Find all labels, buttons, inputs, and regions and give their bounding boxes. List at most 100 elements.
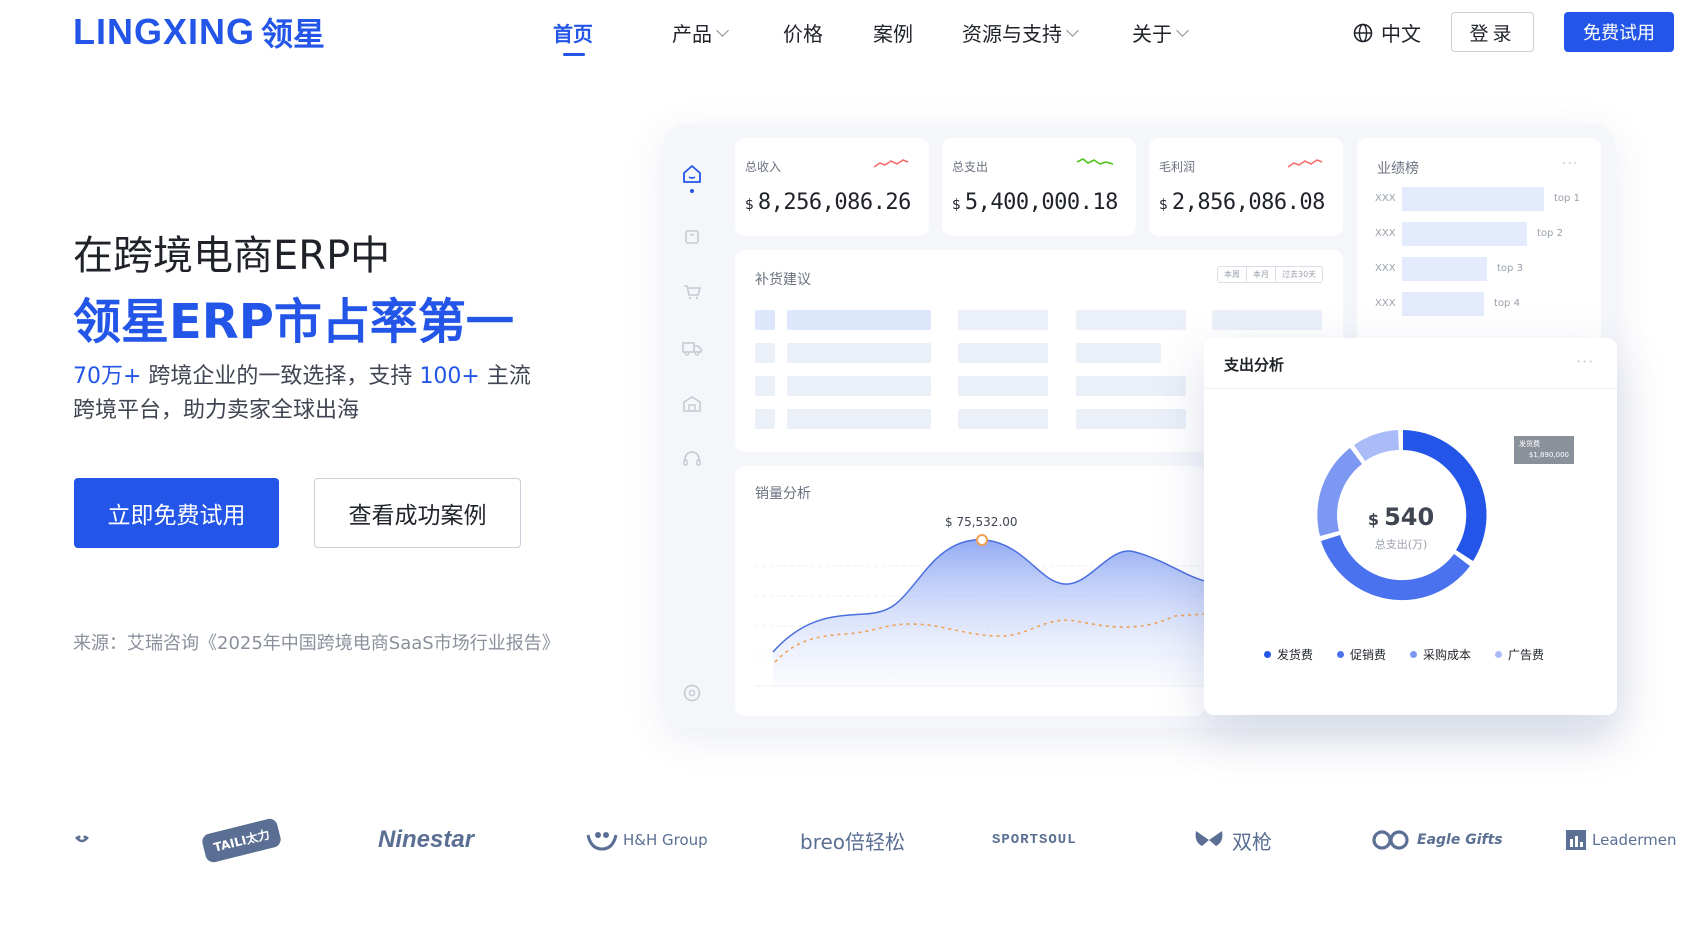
free-trial-button[interactable]: 免费试用 xyxy=(1564,12,1674,52)
nav-pricing[interactable]: 价格 xyxy=(783,18,823,47)
kpi-value: 5,400,000.18 xyxy=(964,190,1118,215)
customer-logo-sportsoul: SPORTSOUL xyxy=(992,832,1077,848)
warehouse-icon xyxy=(681,393,703,415)
tooltip-value: $1,890,000 xyxy=(1528,451,1569,459)
legend-advertising[interactable]: 广告费 xyxy=(1495,646,1544,663)
view-cases-button[interactable]: 查看成功案例 xyxy=(314,478,521,548)
login-button[interactable]: 登录 xyxy=(1451,12,1534,52)
nav-active-indicator xyxy=(563,53,585,56)
language-label: 中文 xyxy=(1381,22,1421,46)
kpi-currency: $ xyxy=(1159,197,1168,213)
ranking-card: 业绩榜 ··· XXX top 1 XXX top 2 XXX top 3 XXX top 4 xyxy=(1357,138,1601,368)
nav-products[interactable]: 产品 xyxy=(672,18,729,47)
placeholder-cell xyxy=(958,376,1048,396)
center-value: 540 xyxy=(1384,503,1435,531)
legend-dot xyxy=(1337,651,1345,658)
customer-logo-hh-group: H&H Group xyxy=(585,815,708,865)
partial-logo-mark xyxy=(75,835,89,843)
ranking-name: XXX xyxy=(1375,263,1396,274)
customer-logo-breo: breo倍轻松 xyxy=(800,829,906,854)
nav-about[interactable]: 关于 xyxy=(1132,18,1189,47)
data-source-note: 来源：艾瑞咨询《2025年中国跨境电商SaaS市场行业报告》 xyxy=(73,633,560,654)
sales-analysis-card: 销量分析 $ 75,532.00 xyxy=(735,466,1205,716)
legend-label: 发货费 xyxy=(1277,648,1314,662)
active-dot xyxy=(690,189,694,193)
nav-pricing-label: 价格 xyxy=(783,22,823,46)
kpi-label: 总支出 xyxy=(952,160,989,174)
placeholder-cell xyxy=(755,343,775,363)
logo-wordmark: LINGXING xyxy=(73,11,256,52)
ranking-label: top 3 xyxy=(1497,263,1523,274)
logo-taili-text: TAILI太力 xyxy=(200,816,283,864)
kpi-currency: $ xyxy=(745,197,754,213)
placeholder-cell xyxy=(958,310,1048,330)
kpi-label: 毛利润 xyxy=(1159,160,1196,174)
nav-cases-label: 案例 xyxy=(873,22,913,46)
chart-tooltip: 发货费 $1,890,000 xyxy=(1514,436,1574,464)
kpi-value-row: $8,256,086.26 xyxy=(745,190,911,215)
leadermen-mark xyxy=(1566,830,1586,850)
subtitle-text-1: 跨境企业的一致选择，支持 xyxy=(141,364,420,389)
nav-about-label: 关于 xyxy=(1132,22,1172,46)
chevron-down-icon xyxy=(1066,23,1079,37)
trend-sparkline xyxy=(1076,158,1114,165)
peak-label: $ 75,532.00 xyxy=(945,515,1018,529)
donut-center-value: $ 540 xyxy=(1306,503,1496,531)
placeholder-cell xyxy=(1076,409,1186,429)
legend-dot xyxy=(1410,651,1418,658)
customer-logo-leadermen: Leadermen xyxy=(1566,815,1677,865)
subtitle-line-2: 跨境平台，助力卖家全球出海 xyxy=(73,398,360,423)
legend-label: 广告费 xyxy=(1508,648,1545,662)
peak-marker xyxy=(976,534,988,546)
nav-cases[interactable]: 案例 xyxy=(873,18,913,47)
kpi-card-revenue: 总收入 $8,256,086.26 xyxy=(735,138,929,236)
kpi-card-expense: 总支出 $5,400,000.18 xyxy=(942,138,1136,236)
trend-sparkline xyxy=(873,159,909,168)
legend-procurement[interactable]: 采购成本 xyxy=(1410,646,1471,663)
placeholder-cell xyxy=(787,409,931,429)
kpi-value: 2,856,086.08 xyxy=(1171,190,1325,215)
tab-month[interactable]: 本月 xyxy=(1247,267,1276,282)
stat-platforms: 100+ xyxy=(419,364,480,389)
hh-logo-mark xyxy=(586,832,618,851)
placeholder-cell xyxy=(755,310,775,330)
nav-home-label: 首页 xyxy=(553,22,593,46)
brand-logo[interactable]: LINGXING 领星 xyxy=(73,11,326,53)
kpi-value-row: $5,400,000.18 xyxy=(952,190,1118,215)
nav-resources[interactable]: 资源与支持 xyxy=(962,18,1079,47)
legend-dot xyxy=(1495,651,1503,658)
nav-home[interactable]: 首页 xyxy=(553,18,593,47)
placeholder-cell xyxy=(787,376,931,396)
globe-icon xyxy=(1353,23,1373,42)
start-free-trial-button[interactable]: 立即免费试用 xyxy=(74,478,279,548)
stat-enterprises: 70万+ xyxy=(73,364,142,389)
hh-logo-text: H&H Group xyxy=(623,831,708,849)
logo-chinese: 领星 xyxy=(261,15,326,53)
chart-legend: 发货费 促销费 采购成本 广告费 xyxy=(1264,646,1544,663)
placeholder-cell xyxy=(1212,310,1322,330)
legend-promotion[interactable]: 促销费 xyxy=(1337,646,1386,663)
language-switcher[interactable]: 中文 xyxy=(1353,18,1421,47)
sales-area xyxy=(773,539,1205,686)
customer-logo-strip: TAILI太力 Ninestar H&H Group breo倍轻松 SPORT… xyxy=(0,815,1694,865)
ranking-bar xyxy=(1402,292,1484,316)
hero-subtitle: 70万+ 跨境企业的一致选择，支持 100+ 主流 跨境平台，助力卖家全球出海 xyxy=(73,360,553,428)
divider xyxy=(1204,388,1617,389)
tab-week[interactable]: 本周 xyxy=(1218,267,1247,282)
leadermen-text: Leadermen xyxy=(1592,831,1677,849)
kpi-label: 总收入 xyxy=(745,160,782,174)
bag-icon xyxy=(681,225,703,247)
placeholder-cell xyxy=(1076,310,1186,330)
tab-30days[interactable]: 过去30天 xyxy=(1276,267,1322,282)
tooltip-name: 发货费 xyxy=(1519,440,1540,448)
customer-logo-taili: TAILI太力 xyxy=(200,815,283,865)
ranking-name: XXX xyxy=(1375,298,1396,309)
more-icon: ··· xyxy=(1576,352,1595,371)
period-tabs[interactable]: 本周 本月 过去30天 xyxy=(1217,266,1324,283)
cart-icon xyxy=(681,281,703,303)
hero-headline: 在跨境电商ERP中 xyxy=(73,233,391,279)
legend-shipping[interactable]: 发货费 xyxy=(1264,646,1313,663)
placeholder-cell xyxy=(958,343,1048,363)
placeholder-cell xyxy=(755,409,775,429)
placeholder-cell xyxy=(1076,343,1161,363)
